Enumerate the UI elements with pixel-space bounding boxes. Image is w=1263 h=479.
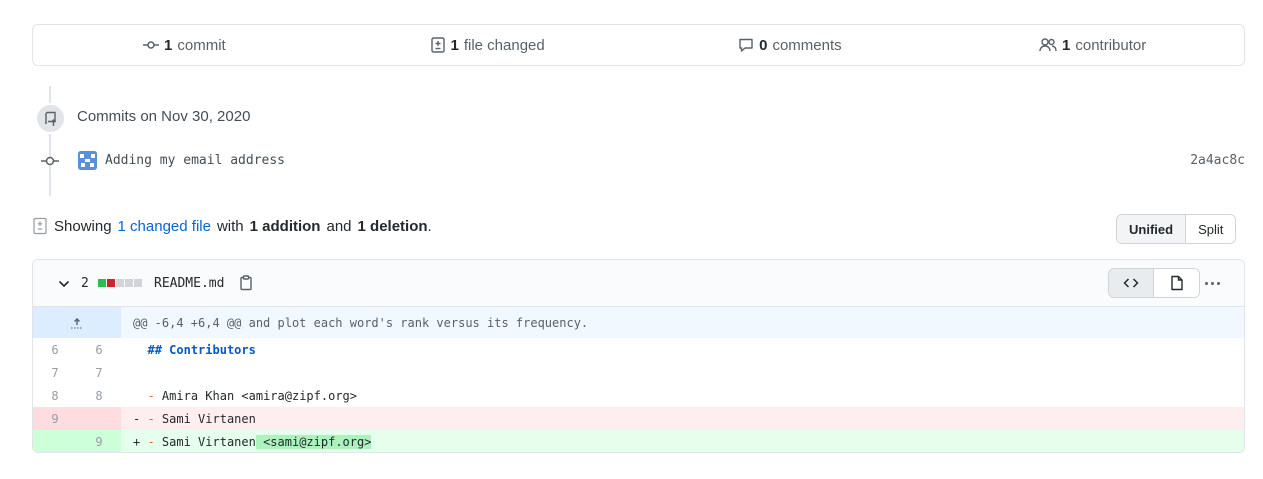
line-text: - Sami Virtanen: [147, 411, 256, 426]
repo-push-icon: [44, 111, 56, 126]
commits-label: commit: [177, 36, 226, 54]
diff-line-deletion: 9 - - Sami Virtanen: [33, 407, 1244, 430]
changed-files-link[interactable]: 1 changed file: [118, 218, 211, 235]
contributors-tab[interactable]: 1 contributor: [941, 37, 1244, 54]
new-line-number[interactable]: [77, 407, 121, 430]
comment-icon: [739, 38, 753, 52]
source-diff-button[interactable]: [1109, 269, 1154, 297]
comments-count: 0: [759, 36, 768, 54]
file-view-toggle: [1108, 268, 1200, 298]
line-marker: -: [133, 411, 141, 426]
file-header: 2 README.md: [33, 260, 1244, 307]
contributors-label: contributor: [1075, 36, 1147, 54]
new-line-number[interactable]: 8: [77, 389, 121, 403]
list-dash: -: [147, 434, 155, 449]
commit-node-icon: [41, 156, 59, 166]
old-line-number[interactable]: 9: [33, 407, 77, 430]
more-options-icon[interactable]: [1205, 282, 1220, 285]
hunk-header-text: @@ -6,4 +6,4 @@ and plot each word's ran…: [133, 315, 589, 330]
list-dash: -: [147, 388, 155, 403]
unified-view-button[interactable]: Unified: [1117, 215, 1187, 243]
showing-and: and: [326, 217, 352, 235]
diffstat-add-block: [98, 279, 106, 287]
deletions-count: 1 deletion: [357, 217, 428, 235]
line-marker: [133, 389, 140, 403]
diffstat-count: 2: [81, 276, 89, 291]
line-code: - - Sami Virtanen: [121, 412, 256, 426]
new-line-number[interactable]: 7: [77, 366, 121, 380]
split-view-button[interactable]: Split: [1186, 215, 1236, 243]
line-text: ## Contributors: [147, 342, 256, 357]
commits-tab[interactable]: 1 commit: [33, 37, 336, 54]
commits-count: 1: [164, 36, 173, 54]
expand-up-button[interactable]: [33, 307, 121, 338]
line-code: ## Contributors: [121, 342, 256, 357]
expand-up-icon: [71, 317, 83, 328]
line-marker: [133, 343, 140, 357]
files-changed-tab[interactable]: 1 file changed: [336, 37, 639, 54]
file-name-link[interactable]: README.md: [154, 276, 224, 291]
diff-line: 6 6 ## Contributors: [33, 338, 1244, 361]
files-label: file changed: [463, 36, 545, 54]
contributors-count: 1: [1062, 36, 1071, 54]
old-line-number[interactable]: 8: [33, 389, 77, 403]
additions-count: 1 addition: [249, 217, 321, 235]
showing-period: .: [427, 217, 432, 235]
comments-label: comments: [772, 36, 842, 54]
new-line-number[interactable]: 6: [77, 343, 121, 357]
line-text: - Sami Virtanen: [147, 434, 256, 449]
file-diff-icon: [33, 217, 47, 235]
commit-sha-link[interactable]: 2a4ac8c: [1190, 153, 1245, 168]
line-code: [121, 366, 147, 380]
old-line-number[interactable]: 6: [33, 343, 77, 357]
commit-icon: [143, 41, 160, 49]
added-word-highlight: <sami@zipf.org>: [255, 434, 372, 449]
file-diff: 2 README.md @@ -6,4 +6,4 @@ and plot eac…: [32, 259, 1245, 453]
list-dash: -: [147, 411, 155, 426]
old-line-number[interactable]: [33, 430, 77, 452]
line-marker: +: [133, 434, 141, 449]
line-code: + - Sami Virtanen <sami@zipf.org>: [121, 434, 372, 449]
timeline-line-top: [49, 86, 51, 103]
commits-date-heading: Commits on Nov 30, 2020: [77, 108, 251, 125]
showing-prefix: Showing: [54, 217, 112, 235]
diff-line: 7 7: [33, 361, 1244, 384]
diffstat-neutral-block: [125, 279, 133, 287]
files-count: 1: [450, 36, 459, 54]
diff-view-toggle: Unified Split: [1116, 214, 1237, 244]
diff-line: 8 8 - Amira Khan <amira@zipf.org>: [33, 384, 1244, 407]
rich-diff-button[interactable]: [1154, 269, 1199, 297]
diffstat-blocks: [98, 279, 142, 287]
chevron-down-icon[interactable]: [57, 277, 71, 291]
file-icon: [1170, 275, 1183, 291]
pr-summary-bar: 1 commit 1 file changed 0 comments 1 con…: [32, 24, 1245, 66]
code-icon: [1123, 278, 1139, 288]
people-icon: [1039, 38, 1057, 52]
line-code: - Amira Khan <amira@zipf.org>: [121, 389, 357, 403]
commit-message-link[interactable]: Adding my email address: [105, 153, 285, 168]
comments-tab[interactable]: 0 comments: [639, 37, 942, 54]
line-text: - Amira Khan <amira@zipf.org>: [147, 388, 357, 403]
diff-line-addition: 9 + - Sami Virtanen <sami@zipf.org>: [33, 430, 1244, 452]
timeline-badge: [35, 103, 66, 134]
diffstat-neutral-block: [134, 279, 142, 287]
diff-table: @@ -6,4 +6,4 @@ and plot each word's ran…: [33, 307, 1244, 452]
hunk-header-row: @@ -6,4 +6,4 @@ and plot each word's ran…: [33, 307, 1244, 338]
line-marker: [133, 366, 140, 380]
showing-with: with: [216, 217, 244, 235]
diffstat-del-block: [107, 279, 115, 287]
old-line-number[interactable]: 7: [33, 366, 77, 380]
diffstat-neutral-block: [116, 279, 124, 287]
copy-clipboard-icon[interactable]: [238, 275, 254, 291]
new-line-number[interactable]: 9: [77, 430, 121, 452]
diff-summary: Showing 1 changed file with 1 addition a…: [32, 217, 432, 235]
file-diff-icon: [430, 37, 445, 53]
author-avatar[interactable]: [78, 151, 97, 170]
